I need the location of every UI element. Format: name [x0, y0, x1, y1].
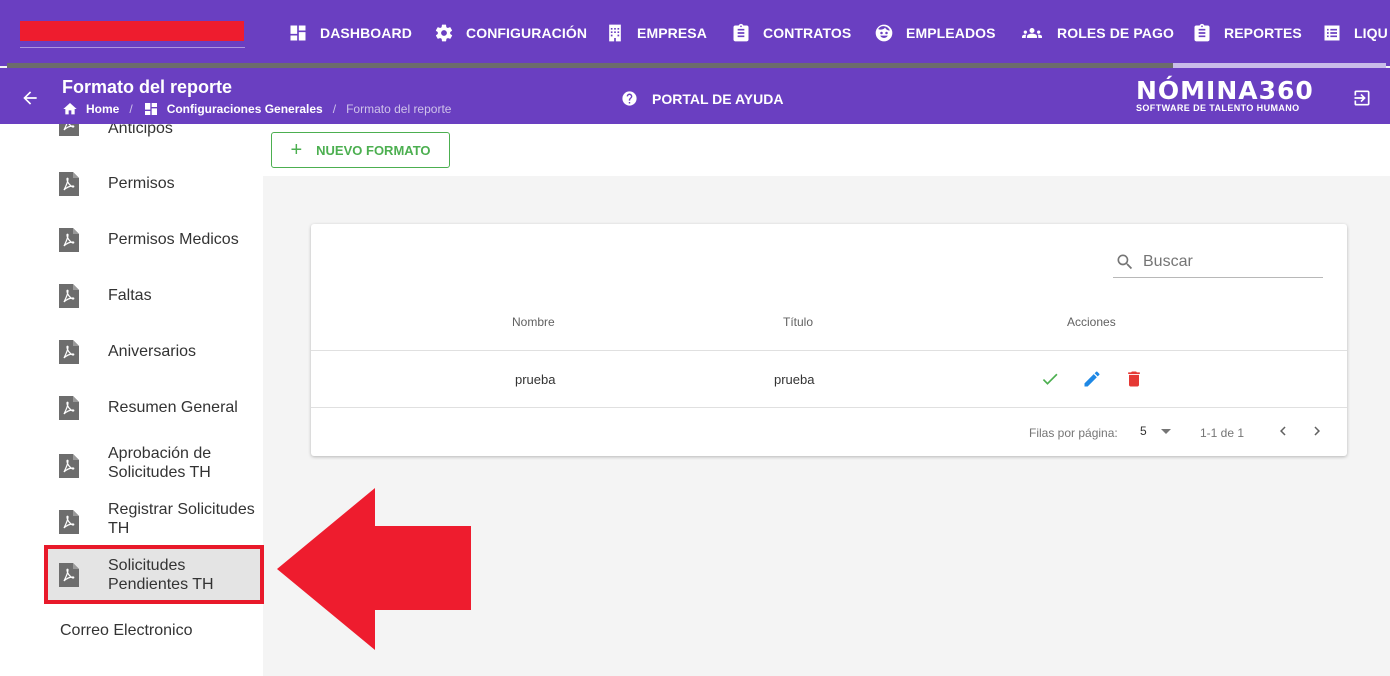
help-icon [622, 91, 637, 106]
edit-format-button[interactable] [1082, 369, 1102, 389]
back-button[interactable] [20, 88, 40, 108]
arrow-left-icon [23, 91, 37, 105]
breadcrumb-section[interactable]: Configuraciones Generales [167, 102, 323, 116]
nav-empleados[interactable]: EMPLEADOS [874, 22, 996, 44]
annotation-highlight-box [44, 545, 264, 604]
header-divider [311, 350, 1347, 351]
home-icon [63, 103, 77, 115]
pdf-file-icon [59, 454, 79, 478]
pagination-range: 1-1 de 1 [1200, 426, 1245, 440]
select-format-button[interactable] [1040, 369, 1060, 389]
pdf-file-icon [59, 228, 79, 252]
face-icon [875, 24, 893, 42]
plus-icon: + [290, 139, 303, 161]
breadcrumb-separator: / [129, 102, 133, 116]
check-icon [1042, 373, 1058, 385]
pdf-file-icon [59, 284, 79, 308]
breadcrumb-separator: / [332, 102, 337, 116]
nav-reportes[interactable]: REPORTES [1192, 22, 1302, 44]
people-icon [1022, 28, 1042, 38]
clipboard-icon [1194, 23, 1210, 42]
sidebar-item-aniversarios[interactable]: Aniversarios [0, 328, 263, 376]
sidebar-item-faltas[interactable]: Faltas [0, 272, 263, 320]
nav-dashboard[interactable]: DASHBOARD [288, 22, 412, 44]
nomina360-logo: NÓMINA360 SOFTWARE DE TALENTO HUMANO [1136, 76, 1314, 114]
cell-titulo: prueba [774, 372, 815, 387]
sidebar-item-correo-electronico[interactable]: Correo Electronico [60, 622, 193, 640]
row-divider [311, 407, 1347, 408]
pdf-file-icon [59, 172, 79, 196]
delete-format-button[interactable] [1124, 369, 1144, 389]
chevron-left-icon [1280, 426, 1286, 436]
new-format-button[interactable]: + NUEVO FORMATO [271, 132, 450, 168]
rows-per-page-label: Filas por página: [1029, 426, 1118, 440]
clipboard-icon [733, 23, 749, 42]
next-page-button[interactable] [1308, 422, 1326, 440]
nav-contratos[interactable]: CONTRATOS [731, 22, 851, 44]
previous-page-button[interactable] [1274, 422, 1292, 440]
breadcrumb-current: Formato del reporte [346, 102, 452, 116]
logout-button[interactable] [1352, 88, 1372, 113]
pencil-icon [1084, 371, 1100, 387]
redacted-brand [20, 21, 244, 41]
sidebar-item-permisos[interactable]: Permisos [0, 160, 263, 208]
caret-down-icon [1160, 428, 1171, 434]
formats-table-card: Nombre Título Acciones prueba prueba Fil… [311, 224, 1347, 456]
annotation-arrow [277, 488, 471, 650]
pdf-file-icon [59, 124, 79, 136]
search-field[interactable] [1113, 246, 1323, 278]
gear-icon [435, 24, 453, 42]
sidebar-item-anticipos[interactable]: Anticipos [0, 124, 263, 146]
page-header: Formato del reporte Home / Configuracion… [0, 68, 1390, 124]
search-icon [1117, 254, 1133, 269]
breadcrumb-home[interactable]: Home [86, 102, 119, 116]
sidebar-item-registrar-solicitudes[interactable]: Registrar Solicitudes TH [0, 496, 263, 548]
top-navbar: DASHBOARD CONFIGURACIÓN EMPRESA CONTRATO… [0, 0, 1390, 68]
brand-divider [20, 47, 245, 48]
rows-per-page-select[interactable]: 5 [1140, 424, 1171, 438]
column-header-titulo[interactable]: Título [783, 315, 813, 329]
column-header-acciones: Acciones [1067, 315, 1116, 329]
list-icon [1324, 25, 1340, 41]
nav-liquidaciones[interactable]: LIQU [1322, 22, 1388, 44]
chevron-right-icon [1314, 426, 1320, 436]
help-portal-link[interactable]: PORTAL DE AYUDA [621, 90, 783, 107]
logout-icon [1354, 90, 1370, 106]
trash-icon [1128, 371, 1140, 387]
sidebar-item-resumen-general[interactable]: Resumen General [0, 384, 263, 432]
nav-empresa[interactable]: EMPRESA [605, 22, 707, 44]
sidebar-item-permisos-medicos[interactable]: Permisos Medicos [0, 216, 263, 264]
nav-roles-de-pago[interactable]: ROLES DE PAGO [1019, 22, 1174, 44]
nav-configuracion[interactable]: CONFIGURACIÓN [434, 22, 587, 44]
search-input[interactable] [1143, 252, 1313, 271]
pdf-file-icon [59, 510, 79, 534]
cell-nombre: prueba [515, 372, 556, 387]
building-icon [609, 24, 621, 42]
pdf-file-icon [59, 340, 79, 364]
dashboard-icon [290, 25, 306, 41]
dashboard-icon [144, 103, 157, 115]
page-title: Formato del reporte [62, 77, 233, 97]
sidebar-item-aprobacion-solicitudes[interactable]: Aprobación de Solicitudes TH [0, 440, 263, 492]
breadcrumb: Home / Configuraciones Generales / Forma… [62, 101, 451, 117]
pdf-file-icon [59, 396, 79, 420]
column-header-nombre[interactable]: Nombre [512, 315, 555, 329]
